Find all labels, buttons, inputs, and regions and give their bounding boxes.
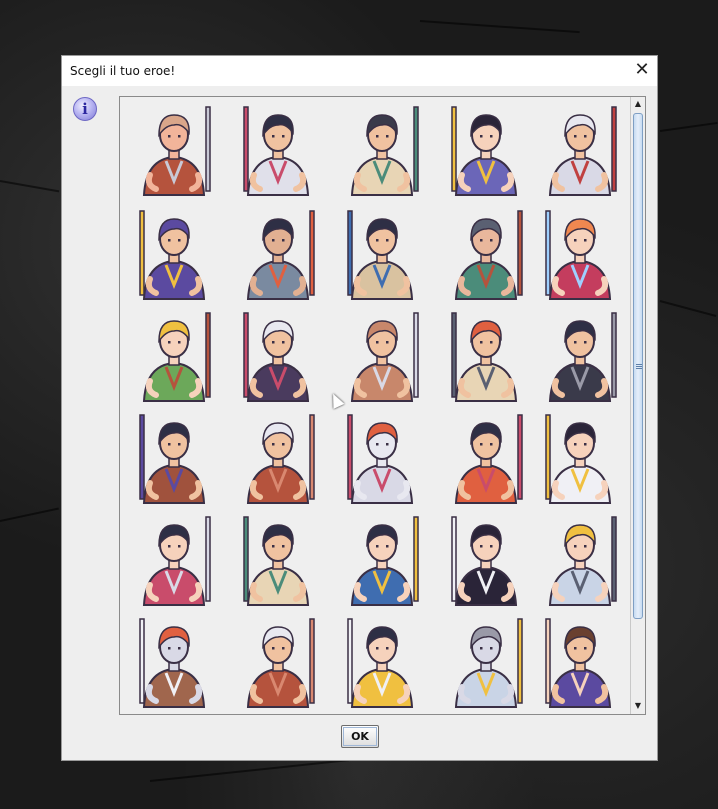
background-crack bbox=[0, 507, 59, 522]
hero-barmaid-icon[interactable] bbox=[334, 613, 430, 709]
hero-samurai-woman-icon[interactable] bbox=[126, 511, 222, 607]
hero-mounted-knight-icon[interactable] bbox=[126, 613, 222, 709]
scroll-down-button[interactable]: ▼ bbox=[631, 699, 645, 713]
vertical-scrollbar[interactable]: ▲ ▼ bbox=[630, 97, 645, 714]
hero-crusader-icon[interactable] bbox=[532, 101, 628, 197]
close-button[interactable]: ✕ bbox=[627, 56, 657, 86]
info-icon: i bbox=[73, 97, 97, 121]
thumb-grip bbox=[636, 368, 642, 369]
hero-wizard-hat-icon[interactable] bbox=[230, 613, 326, 709]
hero-bandit-icon[interactable] bbox=[230, 205, 326, 301]
hero-barbarian-icon[interactable] bbox=[126, 101, 222, 197]
thumb-grip bbox=[636, 366, 642, 367]
hero-shield-maiden-icon[interactable] bbox=[532, 511, 628, 607]
hero-dark-princess-icon[interactable] bbox=[438, 511, 534, 607]
dialog-titlebar[interactable]: Scegli il tuo eroe! ✕ bbox=[62, 56, 657, 86]
hero-alchemist-icon[interactable] bbox=[438, 409, 534, 505]
hero-fisherman-icon[interactable] bbox=[438, 307, 534, 403]
hero-select-dialog: Scegli il tuo eroe! ✕ i ▲ ▼ OK bbox=[61, 55, 658, 761]
hero-jester-icon[interactable] bbox=[126, 205, 222, 301]
background-crack bbox=[659, 300, 717, 317]
hero-archer-icon[interactable] bbox=[126, 307, 222, 403]
background-crack bbox=[419, 20, 580, 34]
thumb-grip bbox=[636, 364, 642, 365]
hero-queen-icon[interactable] bbox=[438, 101, 534, 197]
hero-martial-artist-icon[interactable] bbox=[532, 613, 628, 709]
hero-dragon-knight-icon[interactable] bbox=[334, 409, 430, 505]
hero-swordsman-icon[interactable] bbox=[230, 101, 326, 197]
arrow-up-icon: ▲ bbox=[634, 99, 642, 108]
dialog-title: Scegli il tuo eroe! bbox=[70, 64, 176, 78]
hero-hooded-hunter-icon[interactable] bbox=[334, 307, 430, 403]
background-crack bbox=[659, 121, 718, 132]
arrow-down-icon: ▼ bbox=[634, 701, 642, 710]
background-crack bbox=[149, 759, 350, 782]
hero-priestess-icon[interactable] bbox=[334, 511, 430, 607]
ok-button[interactable]: OK bbox=[341, 725, 379, 748]
hero-beastmaster-icon[interactable] bbox=[438, 205, 534, 301]
hero-dual-blade-warrior-icon[interactable] bbox=[230, 307, 326, 403]
hero-monk-icon[interactable] bbox=[126, 409, 222, 505]
hero-prince-icon[interactable] bbox=[532, 409, 628, 505]
background-crack bbox=[0, 180, 60, 193]
hero-traveler-icon[interactable] bbox=[230, 511, 326, 607]
hero-heavy-knight-icon[interactable] bbox=[438, 613, 534, 709]
close-icon: ✕ bbox=[634, 59, 650, 80]
hero-ninja-icon[interactable] bbox=[532, 307, 628, 403]
hero-crossbowman-icon[interactable] bbox=[334, 205, 430, 301]
scroll-up-button[interactable]: ▲ bbox=[631, 97, 645, 111]
hero-scroll-pane[interactable]: ▲ ▼ bbox=[119, 96, 646, 715]
hero-explorer-icon[interactable] bbox=[334, 101, 430, 197]
scrollbar-thumb[interactable] bbox=[633, 113, 643, 619]
hero-sorceress-icon[interactable] bbox=[532, 205, 628, 301]
hero-old-wizard-icon[interactable] bbox=[230, 409, 326, 505]
